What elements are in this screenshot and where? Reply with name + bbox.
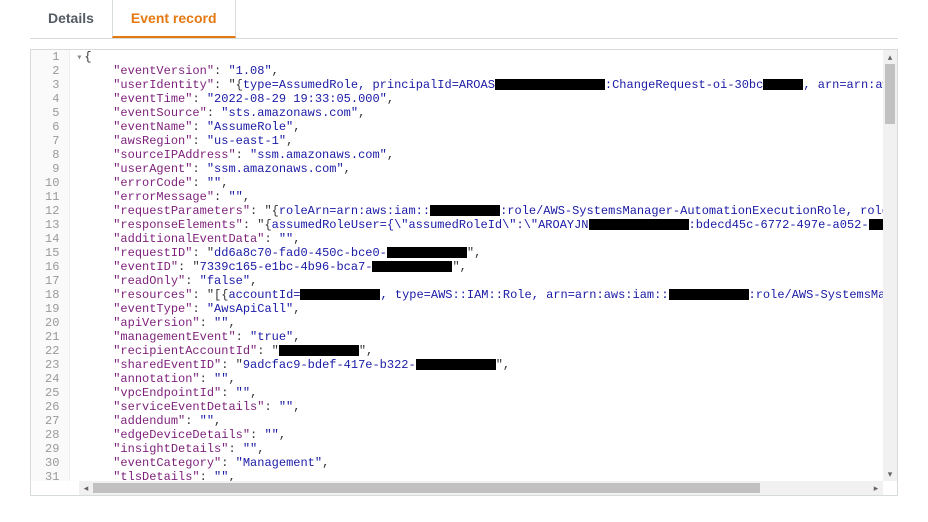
horizontal-scrollbar-thumb[interactable] bbox=[93, 483, 760, 493]
scroll-down-icon[interactable]: ▾ bbox=[883, 467, 897, 481]
horizontal-scrollbar-track[interactable] bbox=[93, 481, 869, 495]
tab-details[interactable]: Details bbox=[30, 0, 112, 38]
tab-event-record[interactable]: Event record bbox=[112, 0, 236, 38]
code-editor: 1234567891011121314151617181920212223242… bbox=[30, 49, 898, 496]
scroll-up-icon[interactable]: ▴ bbox=[883, 50, 897, 64]
code-content[interactable]: ▾{ "eventVersion": "1.08", "userIdentity… bbox=[70, 50, 883, 481]
line-number-gutter: 1234567891011121314151617181920212223242… bbox=[31, 50, 70, 481]
horizontal-scrollbar[interactable]: ◂ ▸ bbox=[79, 481, 883, 495]
scroll-left-icon[interactable]: ◂ bbox=[79, 481, 93, 495]
tabs-bar: Details Event record bbox=[30, 0, 898, 39]
vertical-scrollbar-thumb[interactable] bbox=[885, 64, 895, 124]
vertical-scrollbar[interactable]: ▴ ▾ bbox=[883, 50, 897, 481]
scroll-right-icon[interactable]: ▸ bbox=[869, 481, 883, 495]
